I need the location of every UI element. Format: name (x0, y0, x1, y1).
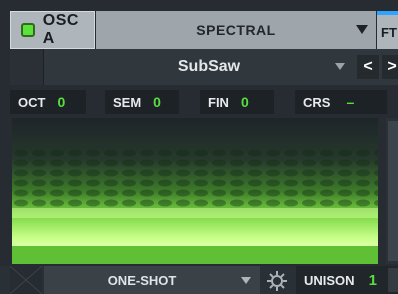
spectrum-graphic (12, 118, 378, 264)
coarse-control[interactable]: CRS – (295, 90, 387, 114)
chevron-down-icon (241, 277, 251, 284)
position-marker (9, 265, 43, 294)
play-mode-dropdown[interactable]: ONE-SHOT (44, 266, 260, 294)
unison-control[interactable]: UNISON 1 (296, 266, 398, 294)
chevron-down-icon (356, 25, 368, 34)
param-label: CRS (303, 94, 331, 110)
param-label: SEM (113, 94, 142, 110)
next-tab-label: FT (381, 24, 397, 40)
next-tab[interactable]: FT (377, 11, 398, 49)
octave-control[interactable]: OCT 0 (10, 90, 86, 114)
param-value[interactable]: 0 (241, 94, 249, 110)
param-value[interactable]: 0 (153, 94, 161, 110)
power-led-icon[interactable] (21, 23, 35, 37)
chevron-down-icon[interactable] (335, 63, 345, 70)
next-wavetable-button[interactable]: > (382, 55, 398, 79)
param-label: FIN (208, 94, 229, 110)
prev-wavetable-button[interactable]: < (357, 55, 379, 79)
display-scrollbar-thumb[interactable] (388, 121, 398, 261)
param-value[interactable]: – (346, 94, 354, 110)
unison-value[interactable]: 1 (369, 272, 377, 289)
osc-a-tab[interactable]: OSC A (10, 11, 95, 49)
semitone-control[interactable]: SEM 0 (105, 90, 179, 114)
wavetable-display[interactable] (12, 118, 378, 264)
play-mode-label: ONE-SHOT (107, 272, 177, 288)
unison-label: UNISON (304, 272, 355, 288)
gear-icon[interactable] (266, 270, 288, 292)
unison-stepper[interactable] (388, 268, 398, 292)
wavetable-edit-slot[interactable] (10, 49, 44, 85)
osc-title: OSC A (42, 12, 79, 47)
warp-type-label: SPECTRAL (196, 22, 276, 38)
warp-type-dropdown[interactable]: SPECTRAL (96, 11, 376, 49)
param-value[interactable]: 0 (57, 94, 65, 110)
param-label: OCT (18, 94, 46, 110)
fine-control[interactable]: FIN 0 (200, 90, 274, 114)
cross-icon (9, 265, 43, 294)
wavetable-name[interactable]: SubSaw (54, 49, 364, 85)
wavetable-bar: SubSaw < > (10, 49, 398, 85)
